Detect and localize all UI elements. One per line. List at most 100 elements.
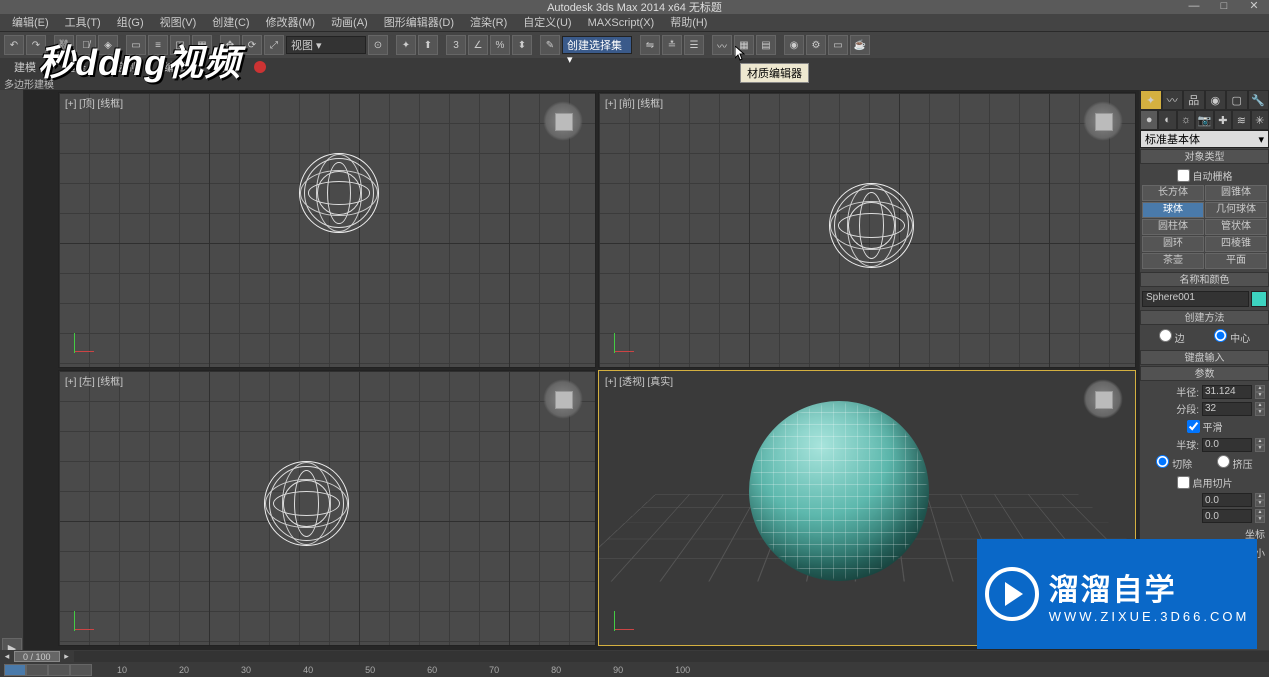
material-editor-button[interactable]: ◉ [784,35,804,55]
menu-create[interactable]: 创建(C) [204,14,257,32]
rollout-objtype[interactable]: 对象类型 [1140,149,1269,164]
menu-help[interactable]: 帮助(H) [662,14,715,32]
rendered-frame-button[interactable]: ▭ [828,35,848,55]
box-button[interactable]: 长方体 [1142,185,1204,201]
viewcube-icon[interactable] [543,101,583,141]
dopesheet-button[interactable]: ▤ [756,35,776,55]
chop-radio[interactable] [1156,455,1169,468]
slice-check[interactable] [1177,476,1190,489]
viewcube-icon[interactable] [1083,379,1123,419]
timeslider-prev[interactable]: ◂ [0,651,14,662]
undo-button[interactable]: ↶ [4,35,24,55]
cameras-tab[interactable]: 📷 [1195,110,1213,130]
spin-up-icon[interactable]: ▲ [1255,438,1265,445]
center-radio[interactable] [1214,329,1227,342]
spacewarps-tab[interactable]: ≋ [1232,110,1250,130]
spin-down-icon[interactable]: ▼ [1255,445,1265,452]
time-track[interactable] [74,651,1269,662]
edge-radio[interactable] [1159,329,1172,342]
rotate-button[interactable]: ⟳ [242,35,262,55]
autogrid-check[interactable] [1177,169,1190,182]
slicefrom-spinner[interactable]: 0.0 [1202,493,1252,507]
tube-button[interactable]: 管状体 [1205,219,1267,235]
viewport-front[interactable]: [+] [前] [线框] [598,92,1136,368]
helpers-tab[interactable]: ✚ [1214,110,1232,130]
geometry-tab[interactable]: ● [1140,110,1158,130]
menu-customize[interactable]: 自定义(U) [515,14,579,32]
viewport-left[interactable]: [+] [左] [线框] [58,370,596,646]
squash-radio[interactable] [1217,455,1230,468]
object-name-input[interactable]: Sphere001 [1142,291,1249,307]
segments-spinner[interactable]: 32 [1202,402,1252,416]
spin-down-icon[interactable]: ▼ [1255,392,1265,399]
render-button[interactable]: ☕ [850,35,870,55]
motion-tab[interactable]: ◉ [1205,90,1227,110]
category-combo[interactable]: 标准基本体▾ [1140,130,1269,148]
namedselset-combo[interactable]: 创建选择集 ▾ [562,36,632,54]
timeslider-next[interactable]: ▸ [60,651,74,662]
viewport-label-front[interactable]: [+] [前] [线框] [605,95,663,110]
curveeditor-button[interactable]: 〰 [712,35,732,55]
selectmanip-button[interactable]: ✦ [396,35,416,55]
angle-snap-button[interactable]: ∠ [468,35,488,55]
menu-grapheditors[interactable]: 图形编辑器(D) [376,14,462,32]
keymode-button[interactable]: ⬆ [418,35,438,55]
geosphere-button[interactable]: 几何球体 [1205,202,1267,218]
menu-animation[interactable]: 动画(A) [323,14,376,32]
viewcube-icon[interactable] [543,379,583,419]
rollout-creation[interactable]: 创建方法 [1140,310,1269,325]
rollout-params[interactable]: 参数 [1140,366,1269,381]
close-button[interactable]: ✕ [1239,0,1269,14]
menu-group[interactable]: 组(G) [109,14,152,32]
layer-button[interactable]: ☰ [684,35,704,55]
viewcube-icon[interactable] [1083,101,1123,141]
spin-down-icon[interactable]: ▼ [1255,516,1265,523]
viewport-label-top[interactable]: [+] [顶] [线框] [65,95,123,110]
namedsel-edit-button[interactable]: ✎ [540,35,560,55]
minimize-button[interactable]: — [1179,0,1209,14]
spin-up-icon[interactable]: ▲ [1255,493,1265,500]
sphere-button[interactable]: 球体 [1142,202,1204,218]
menu-tools[interactable]: 工具(T) [57,14,109,32]
systems-tab[interactable]: ✳ [1251,110,1269,130]
sphere-wireframe[interactable] [829,183,914,268]
viewport-label-left[interactable]: [+] [左] [线框] [65,373,123,388]
teapot-button[interactable]: 茶壶 [1142,253,1204,269]
snap-button[interactable]: 3 [446,35,466,55]
spin-down-icon[interactable]: ▼ [1255,500,1265,507]
rollout-namecolor[interactable]: 名称和颜色 [1140,272,1269,287]
spin-up-icon[interactable]: ▲ [1255,509,1265,516]
time-slider-thumb[interactable]: 0 / 100 [14,651,60,662]
utilities-tab[interactable]: 🔧 [1248,90,1269,110]
percent-snap-button[interactable]: % [490,35,510,55]
torus-button[interactable]: 圆环 [1142,236,1204,252]
radius-spinner[interactable]: 31.124 [1202,385,1252,399]
sphere-wireframe[interactable] [299,153,379,233]
create-tab[interactable]: ✦ [1140,90,1162,110]
viewport-label-persp[interactable]: [+] [透视] [真实] [605,373,673,388]
spin-up-icon[interactable]: ▲ [1255,402,1265,409]
scale-button[interactable]: ⤢ [264,35,284,55]
pivot-button[interactable]: ⊙ [368,35,388,55]
refcoord-combo[interactable]: 视图 ▾ [286,36,366,54]
spin-up-icon[interactable]: ▲ [1255,385,1265,392]
plane-button[interactable]: 平面 [1205,253,1267,269]
record-icon[interactable] [254,61,266,73]
hemi-spinner[interactable]: 0.0 [1202,438,1252,452]
hierarchy-tab[interactable]: 品 [1183,90,1205,110]
smooth-check[interactable] [1187,420,1200,433]
modify-tab[interactable]: 〰 [1162,90,1184,110]
align-button[interactable]: ≛ [662,35,682,55]
sliceto-spinner[interactable]: 0.0 [1202,509,1252,523]
viewport-top[interactable]: [+] [顶] [线框] [58,92,596,368]
lights-tab[interactable]: ☼ [1177,110,1195,130]
menu-maxscript[interactable]: MAXScript(X) [580,14,663,32]
menu-rendering[interactable]: 渲染(R) [462,14,515,32]
menu-modifiers[interactable]: 修改器(M) [258,14,324,32]
spinner-snap-button[interactable]: ⬍ [512,35,532,55]
pyramid-button[interactable]: 四棱锥 [1205,236,1267,252]
mirror-button[interactable]: ⇋ [640,35,660,55]
maximize-button[interactable]: □ [1209,0,1239,14]
display-tab[interactable]: ▢ [1226,90,1248,110]
spin-down-icon[interactable]: ▼ [1255,409,1265,416]
